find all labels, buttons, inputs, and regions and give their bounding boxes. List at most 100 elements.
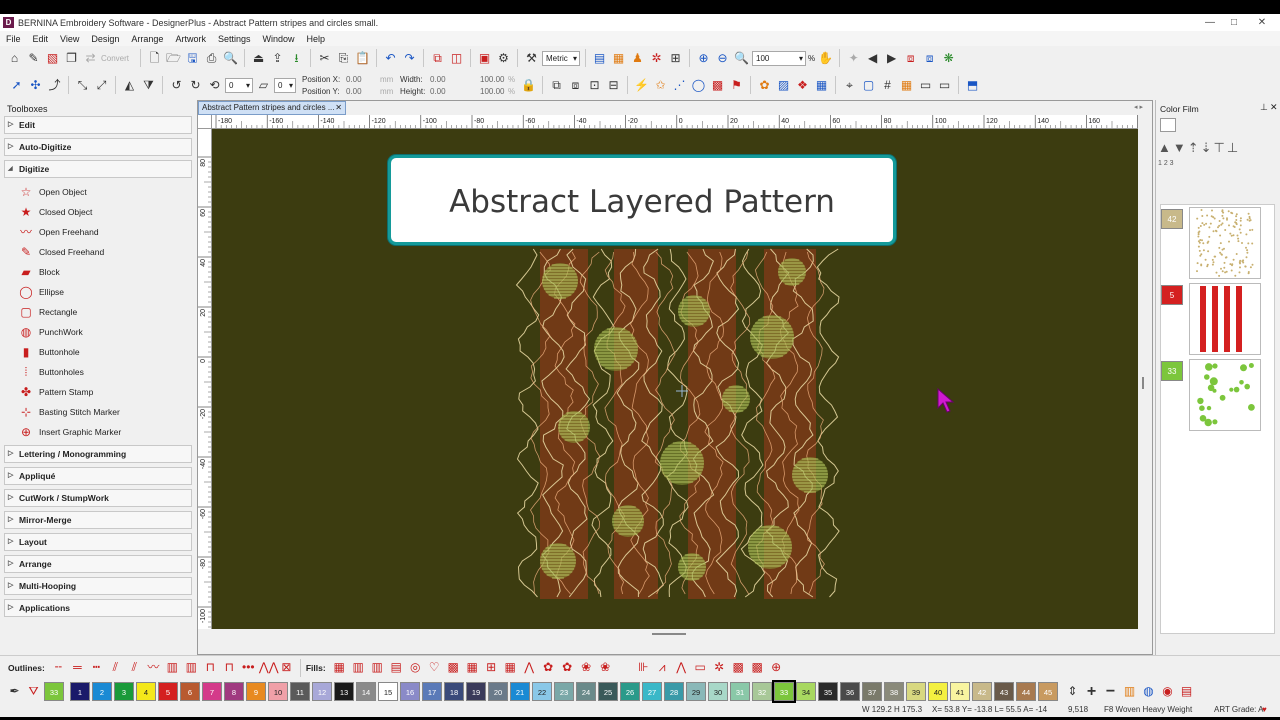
palette-color-chip[interactable]: 27 (642, 681, 662, 701)
toolbox-category[interactable]: Multi-Hooping (4, 577, 192, 595)
fill-pattern-icon[interactable]: ▩ (709, 77, 726, 94)
settings-gear-icon[interactable]: ⚙ (495, 50, 512, 67)
grid-icon[interactable]: # (879, 77, 896, 94)
blackwork-icon[interactable]: ◯ (690, 77, 707, 94)
palette-color-chip[interactable]: 7 (202, 681, 222, 701)
artwork-canvas-icon[interactable]: ❐ (63, 50, 80, 67)
outline-stitch-icon[interactable]: ▥ (164, 659, 181, 676)
next-object-icon[interactable]: ▶ (883, 50, 900, 67)
outline-stitch-icon[interactable]: ••• (240, 659, 257, 676)
digitize-tool-item[interactable]: ★ Closed Object (0, 202, 196, 222)
eyedropper-icon[interactable]: ✒ (6, 683, 23, 700)
fill-stitch-icon[interactable]: ✲ (711, 659, 728, 676)
fill-stitch-icon[interactable]: ▩ (749, 659, 766, 676)
digitize-tool-item[interactable]: ◍ PunchWork (0, 322, 196, 342)
palette-color-chip[interactable]: 30 (708, 681, 728, 701)
select-arrow-icon[interactable]: ➚ (8, 77, 25, 94)
digitize-tool-item[interactable]: ⊹ Basting Stitch Marker (0, 402, 196, 422)
zoom-icon[interactable]: 🔍 (733, 50, 750, 67)
fill-stitch-icon[interactable]: ♡ (426, 659, 443, 676)
redo-icon[interactable]: ↷ (401, 50, 418, 67)
palette-color-chip[interactable]: 5 (158, 681, 178, 701)
palette-color-chip[interactable]: 10 (268, 681, 288, 701)
select-previous-icon[interactable]: ⧈ (902, 50, 919, 67)
palette-color-chip[interactable]: 13 (334, 681, 354, 701)
rotate-right-icon[interactable]: ↻ (187, 77, 204, 94)
write-usb-icon[interactable]: ⭳ (288, 50, 305, 67)
outline-stitch-icon[interactable]: ⫽ (107, 659, 124, 676)
color-film-swatch[interactable]: 5 (1161, 285, 1183, 305)
resize-icon[interactable]: ⤢ (93, 77, 110, 94)
fill-stitch-icon[interactable]: ▭ (692, 659, 709, 676)
palette-color-chip[interactable]: 39 (906, 681, 926, 701)
toolbox-category[interactable]: Digitize (4, 160, 192, 178)
palette-color-chip[interactable]: 32 (752, 681, 772, 701)
tab-scroll-icon[interactable]: ◂ ▸ (1134, 103, 1143, 111)
send-machine-icon[interactable]: ⇪ (269, 50, 286, 67)
star-icon[interactable]: ✩ (652, 77, 669, 94)
edit-objects-icon[interactable]: ✎ (25, 50, 42, 67)
convert-icon[interactable]: ⇄ (82, 50, 99, 67)
toolbox-category[interactable]: Lettering / Monogramming (4, 445, 192, 463)
rotate-field[interactable]: 0 (225, 77, 253, 93)
previous-object-icon[interactable]: ◀ (864, 50, 881, 67)
motif-icon[interactable]: ❖ (794, 77, 811, 94)
hatch-grid-icon[interactable]: ▦ (898, 77, 915, 94)
remove-color-icon[interactable]: − (1102, 683, 1119, 700)
fill-stitch-icon[interactable]: ▦ (502, 659, 519, 676)
menu-settings[interactable]: Settings (212, 34, 257, 44)
palette-color-chip[interactable]: 16 (400, 681, 420, 701)
fill-stitch-icon[interactable]: ⊪ (635, 659, 652, 676)
toolbox-category[interactable]: CutWork / StumpWork (4, 489, 192, 507)
fill-stitch-icon[interactable]: ▥ (369, 659, 386, 676)
units-select[interactable]: Metric (542, 50, 581, 66)
digitize-tool-item[interactable]: ✤ Pattern Stamp (0, 382, 196, 402)
width-field[interactable]: 0.00 (430, 75, 480, 84)
document-tab[interactable]: Abstract Pattern stripes and circles ...… (198, 101, 346, 115)
palette-color-chip[interactable]: 22 (532, 681, 552, 701)
rotate-free-icon[interactable]: ⟲ (206, 77, 223, 94)
fill-stitch-icon[interactable]: ⊕ (768, 659, 785, 676)
home-icon[interactable]: ⌂ (6, 50, 23, 67)
menu-help[interactable]: Help (301, 34, 332, 44)
color-film-item[interactable]: 42 (1161, 207, 1265, 279)
palette-color-chip[interactable]: 14 (356, 681, 376, 701)
palette-color-chip[interactable]: 25 (598, 681, 618, 701)
horizontal-scrollbar[interactable] (212, 629, 1138, 641)
vertical-scrollbar[interactable] (1138, 115, 1152, 643)
toolbox-category[interactable]: Layout (4, 533, 192, 551)
vscroll-thumb[interactable] (1142, 377, 1144, 389)
picture-icon[interactable]: ▨ (775, 77, 792, 94)
zoom-out-icon[interactable]: ⊖ (714, 50, 731, 67)
fill-stitch-icon[interactable]: ⋀ (673, 659, 690, 676)
palette-color-chip[interactable]: 12 (312, 681, 332, 701)
lock-icon[interactable]: ⊡ (586, 77, 603, 94)
digitize-tool-item[interactable]: ▢ Rectangle (0, 302, 196, 322)
digitize-tool-item[interactable]: ☆ Open Object (0, 182, 196, 202)
color-film-item[interactable]: 5 (1161, 283, 1265, 355)
show-hide-icon[interactable]: ◫ (448, 50, 465, 67)
palette-color-chip[interactable]: 8 (224, 681, 244, 701)
color-film-thumbnail[interactable] (1189, 207, 1261, 279)
palette-scroll-icon[interactable]: ⇕ (1064, 683, 1081, 700)
ungroup-icon[interactable]: ⧈ (567, 77, 584, 94)
outline-stitch-icon[interactable]: ╌ (50, 659, 67, 676)
hoop-icon[interactable]: ⬒ (964, 77, 981, 94)
hscroll-thumb[interactable] (652, 633, 686, 635)
outline-stitch-icon[interactable]: ⋀⋀ (259, 659, 279, 676)
menu-file[interactable]: File (0, 34, 27, 44)
digitize-tool-item[interactable]: ▰ Block (0, 262, 196, 282)
palette-color-chip[interactable]: 34 (796, 681, 816, 701)
fill-stitch-icon[interactable]: ❀ (597, 659, 614, 676)
toolbox-category[interactable]: Arrange (4, 555, 192, 573)
digitize-tool-item[interactable]: ✎ Closed Freehand (0, 242, 196, 262)
select-point-icon[interactable]: ⤴ (46, 77, 63, 94)
reshape-nodes-icon[interactable]: ⋰ (671, 77, 688, 94)
copy-icon[interactable]: ⎘ (335, 50, 352, 67)
digitize-tool-item[interactable]: ⦙ Buttonholes (0, 362, 196, 382)
palette-color-chip[interactable]: 4 (136, 681, 156, 701)
grid-stamp-icon[interactable]: ▦ (813, 77, 830, 94)
palette-color-chip[interactable]: 31 (730, 681, 750, 701)
digitize-tool-item[interactable]: ▮ Buttonhole (0, 342, 196, 362)
palette-color-chip[interactable]: 45 (1038, 681, 1058, 701)
